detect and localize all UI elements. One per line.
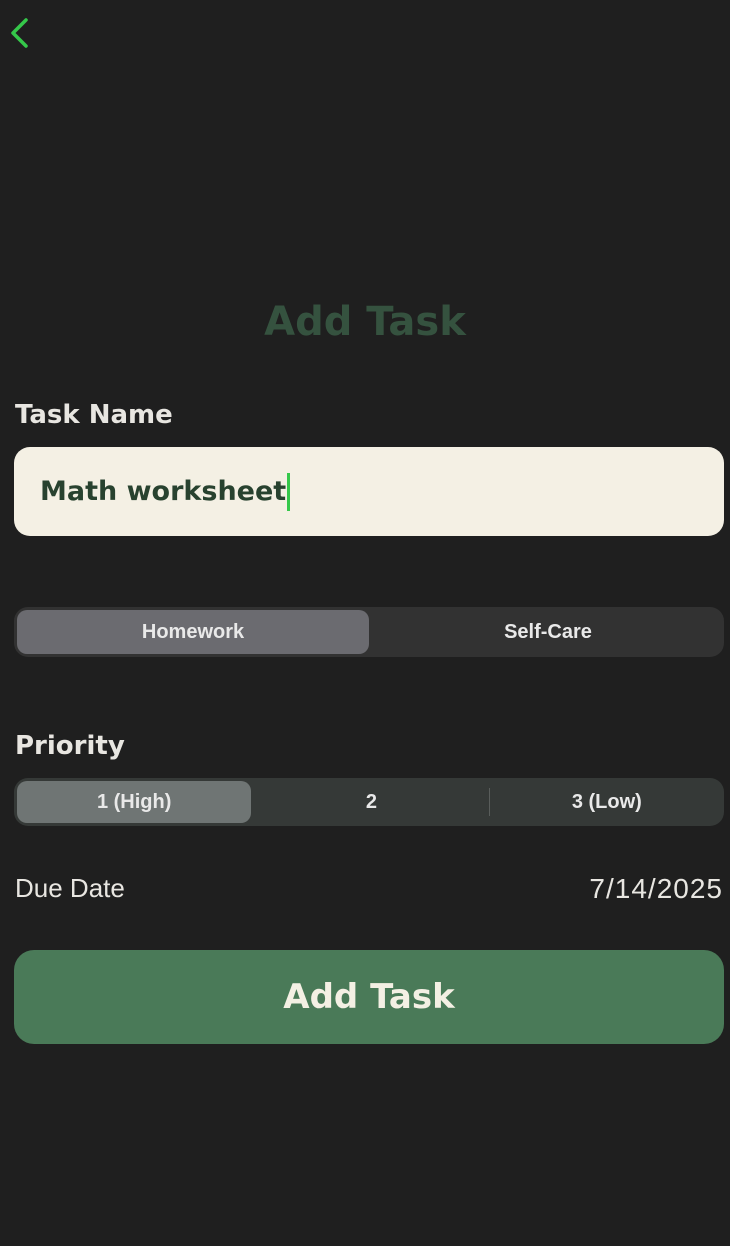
back-button[interactable]	[6, 14, 36, 52]
priority-segmented-control: 1 (High) 2 3 (Low)	[14, 778, 724, 826]
task-name-input[interactable]: Math worksheet	[14, 447, 724, 536]
task-name-label: Task Name	[15, 400, 173, 430]
category-segmented-control: Homework Self-Care	[14, 607, 724, 657]
add-task-button[interactable]: Add Task	[14, 950, 724, 1044]
chevron-left-icon	[11, 18, 28, 48]
priority-option-2[interactable]: 2	[254, 778, 488, 826]
category-option-self-care[interactable]: Self-Care	[372, 607, 724, 657]
due-date-label: Due Date	[15, 873, 125, 903]
task-name-value: Math worksheet	[40, 476, 287, 507]
text-cursor	[287, 472, 291, 511]
due-date-picker[interactable]: 7/14/2025	[589, 871, 723, 907]
page-title: Add Task	[264, 299, 466, 345]
priority-option-low[interactable]: 3 (Low)	[490, 778, 724, 826]
priority-label: Priority	[15, 731, 125, 761]
category-option-homework[interactable]: Homework	[17, 610, 369, 654]
priority-option-high[interactable]: 1 (High)	[17, 781, 252, 823]
